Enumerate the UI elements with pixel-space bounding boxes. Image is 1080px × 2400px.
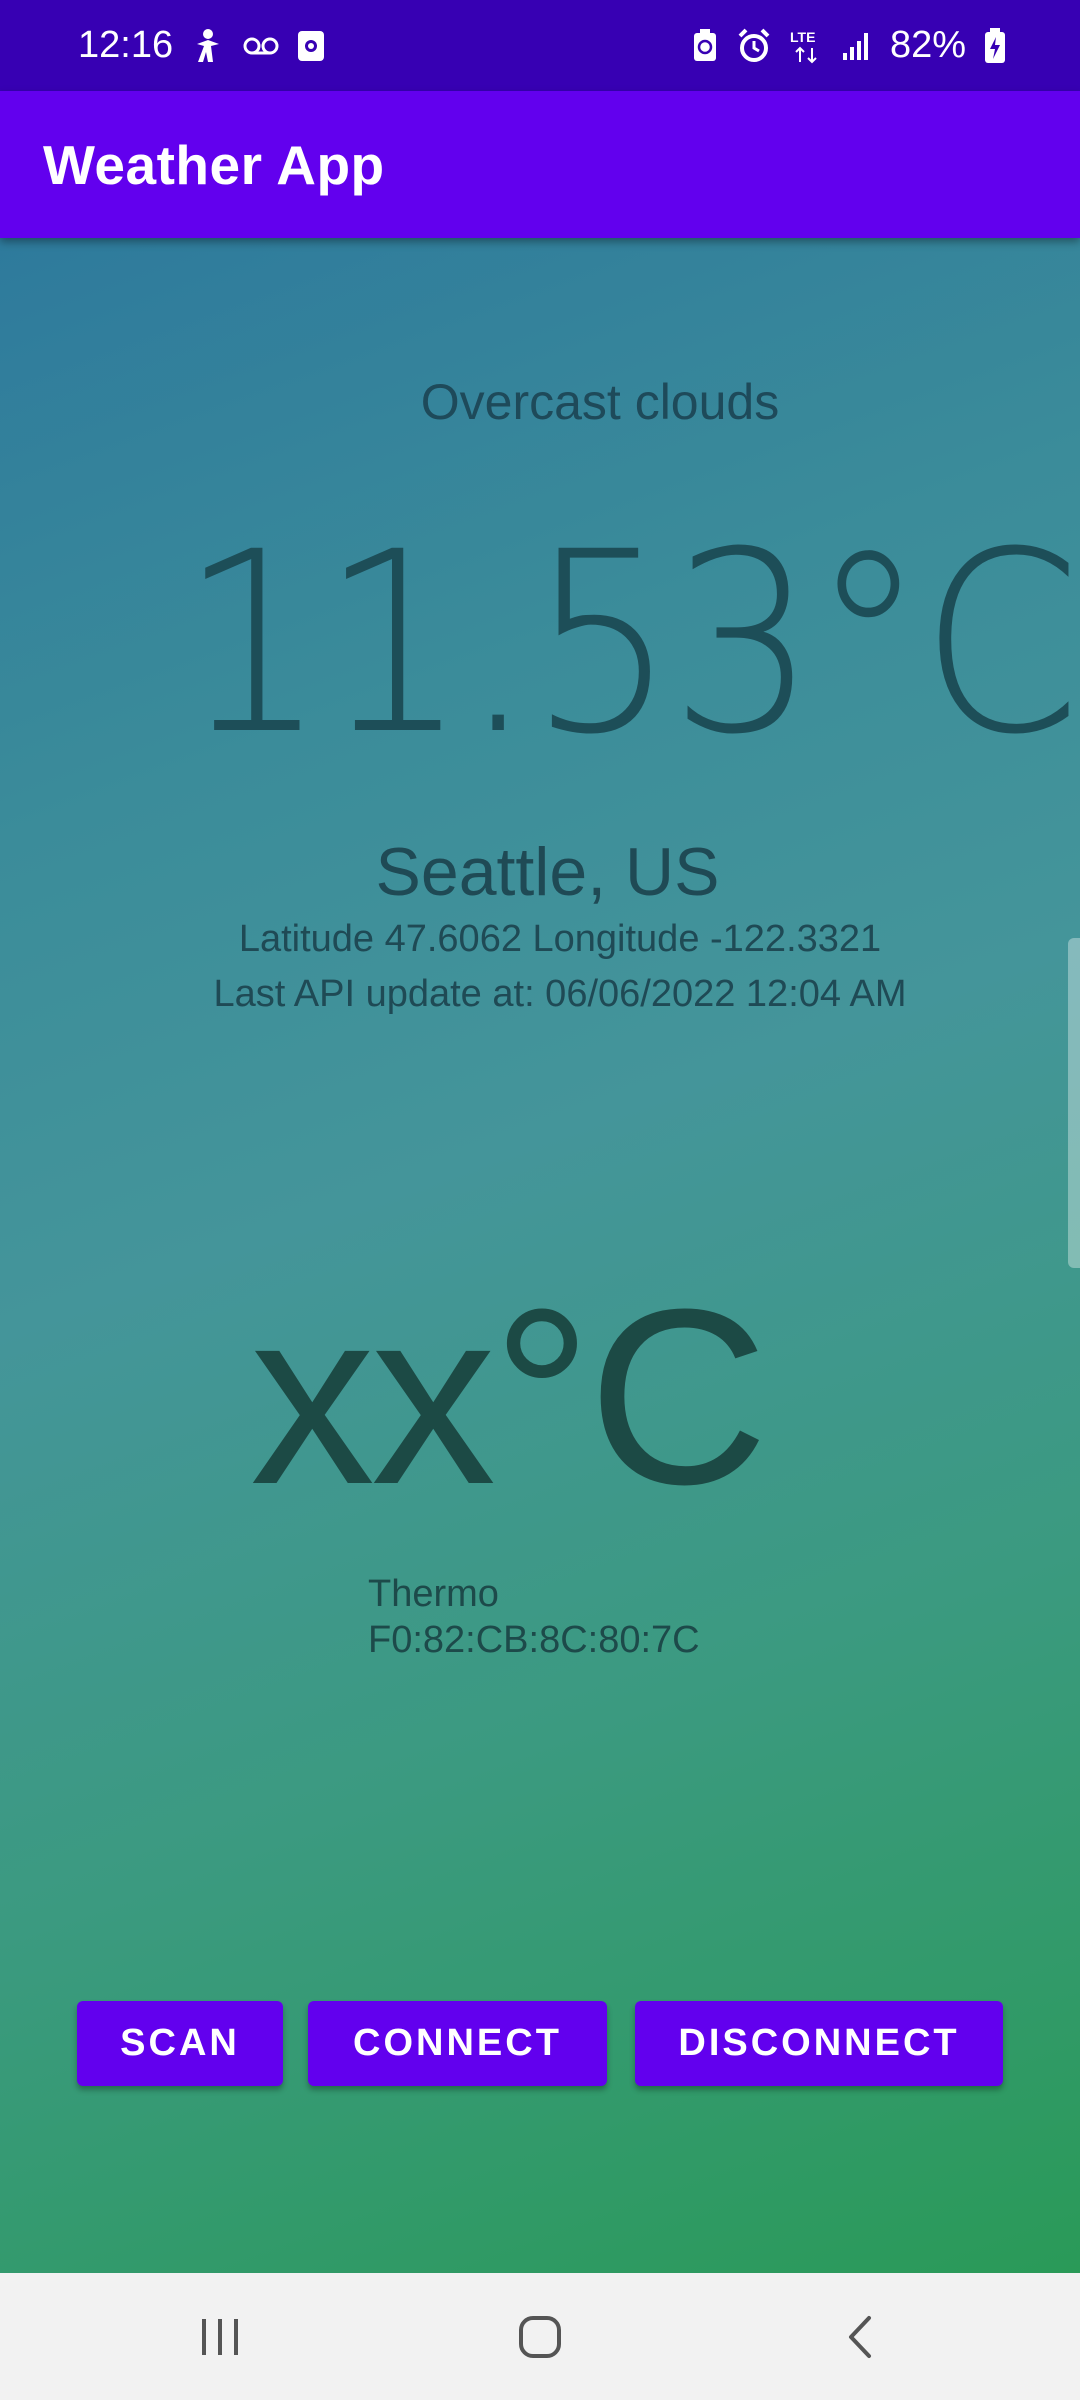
navigation-bar <box>0 2273 1080 2400</box>
battery-saver-icon <box>692 28 718 63</box>
screen-record-icon <box>297 30 325 62</box>
scan-button[interactable]: SCAN <box>77 2001 283 2086</box>
app-bar: Weather App <box>0 91 1080 238</box>
svg-text:LTE: LTE <box>790 29 815 45</box>
back-icon[interactable] <box>800 2287 920 2387</box>
lte-icon: LTE <box>790 28 824 64</box>
device-name: Thermo <box>368 1573 499 1615</box>
device-address: F0:82:CB:8C:80:7C <box>368 1619 700 1661</box>
coordinates: Latitude 47.6062 Longitude -122.3321 <box>238 918 882 960</box>
recent-apps-icon[interactable] <box>160 2287 280 2387</box>
api-temperature: 11.53°C <box>180 498 1080 789</box>
city-name: Seattle, US <box>375 834 720 910</box>
weather-content: Overcast clouds 11.53°C Seattle, US Lati… <box>0 238 1080 2273</box>
signal-icon <box>842 31 872 61</box>
voicemail-icon <box>243 36 279 56</box>
connect-button[interactable]: CONNECT <box>308 2001 607 2086</box>
accessibility-icon <box>191 28 225 64</box>
scrollbar[interactable] <box>1068 938 1080 1268</box>
battery-percent: 82% <box>889 24 966 66</box>
status-bar: 12:16 LTE 82% <box>0 0 1080 91</box>
sensor-temperature: xx°C <box>250 1257 769 1536</box>
status-right: LTE 82% <box>692 24 1006 67</box>
home-icon[interactable] <box>480 2287 600 2387</box>
alarm-icon <box>736 28 772 64</box>
last-api-update: Last API update at: 06/06/2022 12:04 AM <box>213 973 907 1015</box>
battery-charging-icon <box>984 27 1006 64</box>
app-title: Weather App <box>43 133 385 196</box>
disconnect-button[interactable]: DISCONNECT <box>635 2001 1003 2086</box>
status-time: 12:16 <box>78 24 174 66</box>
status-left: 12:16 <box>78 24 325 67</box>
weather-description: Overcast clouds <box>420 374 780 430</box>
